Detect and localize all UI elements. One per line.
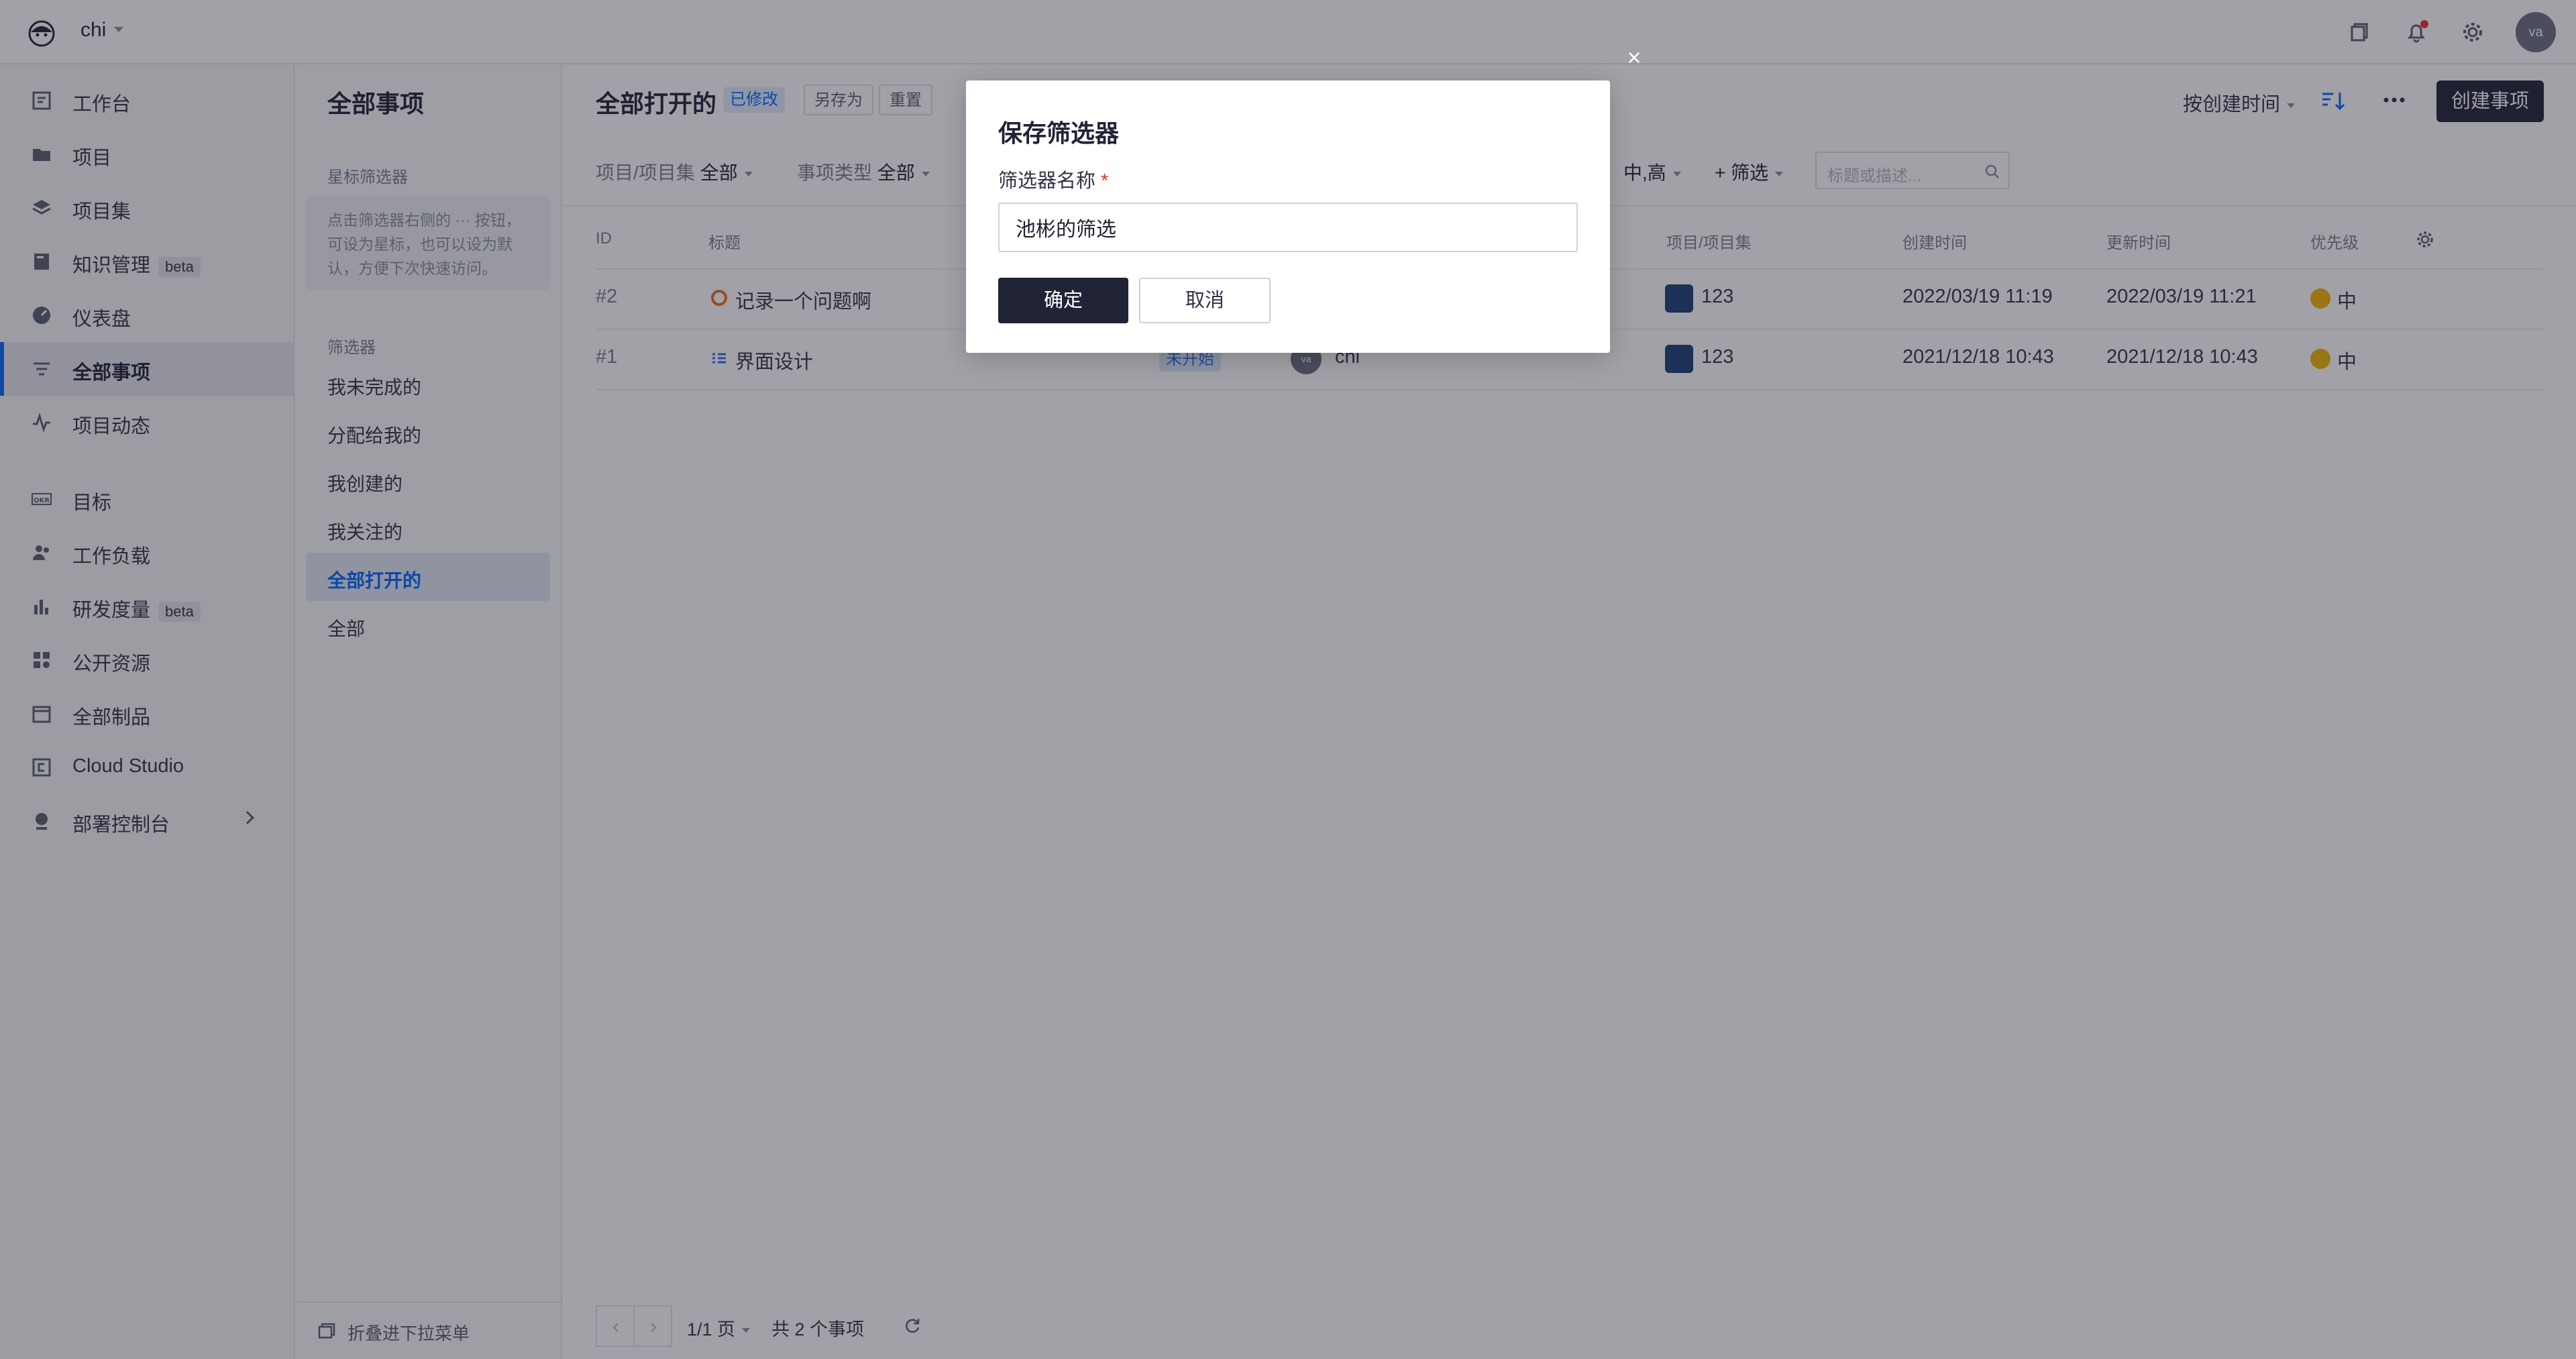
cancel-button[interactable]: 取消 bbox=[1139, 278, 1271, 323]
dialog-title: 保存筛选器 bbox=[998, 119, 1120, 147]
filter-name-input[interactable] bbox=[998, 203, 1578, 252]
confirm-button[interactable]: 确定 bbox=[998, 278, 1128, 323]
filter-name-label: 筛选器名称 * bbox=[998, 170, 1109, 192]
required-mark: * bbox=[1101, 170, 1109, 192]
save-filter-dialog: 保存筛选器 筛选器名称* 确定 取消 bbox=[966, 80, 1610, 353]
close-modal-icon[interactable]: × bbox=[1622, 46, 1646, 70]
